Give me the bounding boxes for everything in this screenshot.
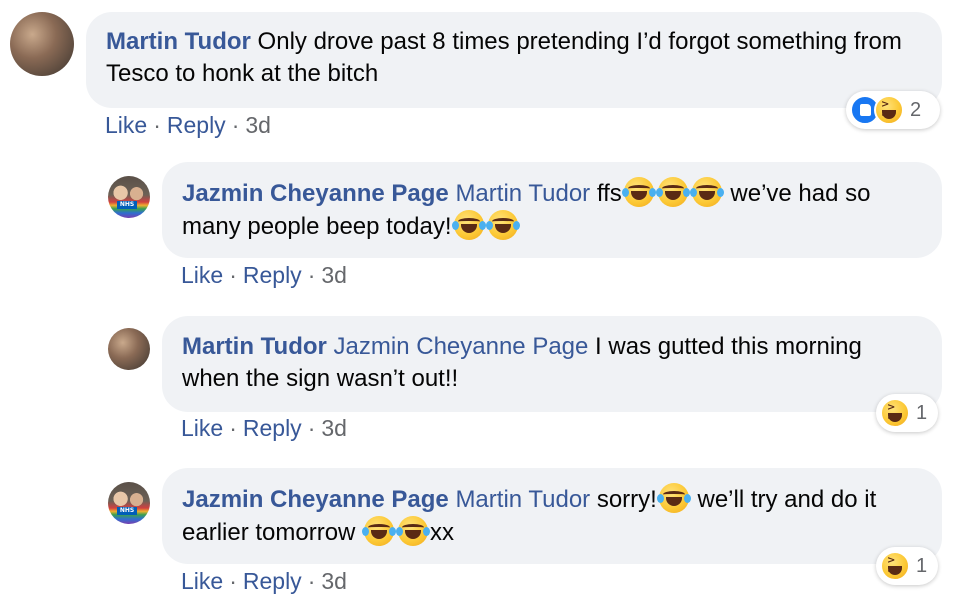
comment-actions: Like · Reply · 3d xyxy=(105,112,271,139)
like-link[interactable]: Like xyxy=(105,112,147,138)
separator: · xyxy=(229,415,237,441)
tears-of-joy-emoji xyxy=(362,516,397,546)
timestamp[interactable]: 3d xyxy=(321,568,347,594)
reaction-count: 2 xyxy=(910,98,922,121)
like-link[interactable]: Like xyxy=(181,568,223,594)
reaction-summary[interactable]: 1 xyxy=(876,547,938,585)
comment-bubble: Jazmin Cheyanne Page Martin Tudor ffs we… xyxy=(162,162,942,258)
reply-link[interactable]: Reply xyxy=(243,415,302,441)
separator: · xyxy=(231,112,240,138)
separator: · xyxy=(307,568,316,594)
avatar[interactable] xyxy=(108,328,150,370)
reaction-count: 1 xyxy=(916,401,928,424)
tears-of-joy-emoji xyxy=(656,483,691,513)
reply-link[interactable]: Reply xyxy=(167,112,226,138)
separator: · xyxy=(307,415,316,441)
timestamp[interactable]: 3d xyxy=(245,112,271,138)
tears-of-joy-emoji xyxy=(621,177,656,207)
separator: · xyxy=(229,262,237,288)
reaction-summary[interactable]: 2 xyxy=(846,91,940,129)
nhs-badge: NHS xyxy=(117,507,137,515)
like-link[interactable]: Like xyxy=(181,415,223,441)
separator: · xyxy=(229,568,237,594)
reaction-count: 1 xyxy=(916,554,928,577)
avatar[interactable]: NHS xyxy=(108,176,150,218)
comment-text: sorry! xyxy=(596,486,657,513)
comment-bubble: Martin Tudor Jazmin Cheyanne Page I was … xyxy=(162,316,942,412)
tears-of-joy-emoji xyxy=(655,177,690,207)
avatar[interactable]: NHS xyxy=(108,482,150,524)
tears-of-joy-emoji xyxy=(485,210,520,240)
comment-text: ffs xyxy=(596,180,622,207)
like-link[interactable]: Like xyxy=(181,262,223,288)
reply-link[interactable]: Reply xyxy=(243,262,302,288)
tears-of-joy-emoji xyxy=(396,516,431,546)
reply-link[interactable]: Reply xyxy=(243,568,302,594)
comment-text: xx xyxy=(430,519,455,546)
tears-of-joy-emoji xyxy=(451,210,486,240)
reaction-summary[interactable]: 1 xyxy=(876,394,938,432)
mention-link[interactable]: Martin Tudor xyxy=(455,180,590,207)
nhs-badge: NHS xyxy=(117,201,137,209)
comment-bubble: Jazmin Cheyanne Page Martin Tudor sorry!… xyxy=(162,468,942,564)
comment-actions: Like · Reply · 3d xyxy=(181,415,347,442)
separator: · xyxy=(307,262,316,288)
comment-author[interactable]: Martin Tudor xyxy=(106,28,251,55)
haha-icon xyxy=(880,551,910,581)
comment-actions: Like · Reply · 3d xyxy=(181,568,347,595)
separator: · xyxy=(153,112,161,138)
haha-icon xyxy=(874,95,904,125)
mention-link[interactable]: Jazmin Cheyanne Page xyxy=(334,333,589,360)
mention-link[interactable]: Martin Tudor xyxy=(455,486,590,513)
tears-of-joy-emoji xyxy=(689,177,724,207)
comment-bubble: Martin Tudor Only drove past 8 times pre… xyxy=(86,12,942,108)
avatar[interactable] xyxy=(10,12,74,76)
haha-icon xyxy=(880,398,910,428)
comment-author[interactable]: Martin Tudor xyxy=(182,333,327,360)
comment-author[interactable]: Jazmin Cheyanne Page xyxy=(182,486,449,513)
timestamp[interactable]: 3d xyxy=(321,415,347,441)
comment-actions: Like · Reply · 3d xyxy=(181,262,347,289)
comment-author[interactable]: Jazmin Cheyanne Page xyxy=(182,180,449,207)
timestamp[interactable]: 3d xyxy=(321,262,347,288)
